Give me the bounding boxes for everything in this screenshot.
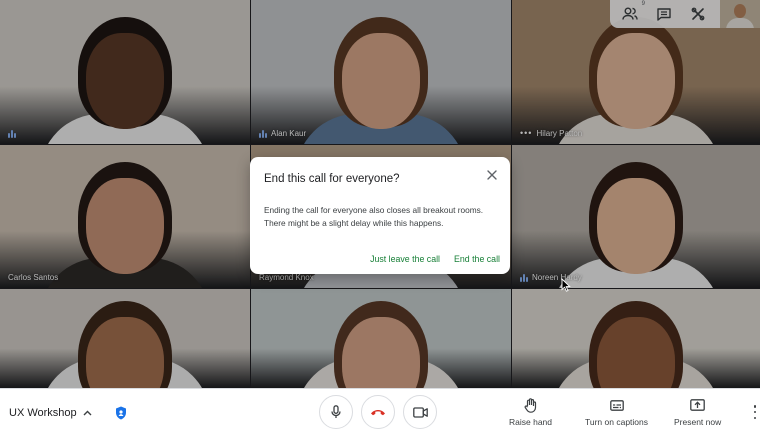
captions-label: Turn on captions — [585, 417, 648, 427]
close-icon — [487, 170, 497, 180]
just-leave-button[interactable]: Just leave the call — [370, 254, 440, 264]
bottom-control-bar: UX Workshop Raise hand Turn on captions … — [0, 388, 760, 433]
meeting-details-button[interactable]: UX Workshop — [9, 407, 92, 419]
microphone-icon — [331, 405, 341, 418]
microphone-button[interactable] — [319, 395, 353, 429]
hangup-icon — [371, 410, 385, 416]
raise-hand-label: Raise hand — [509, 417, 553, 427]
end-call-dialog: End this call for everyone? Ending the c… — [250, 157, 510, 274]
shield-icon[interactable] — [115, 406, 127, 420]
hand-icon — [524, 397, 537, 413]
dialog-title: End this call for everyone? — [264, 173, 400, 185]
present-icon — [690, 399, 705, 411]
mouse-cursor-icon — [561, 278, 571, 292]
more-options-button[interactable] — [752, 405, 758, 419]
call-controls — [319, 395, 437, 429]
hangup-button[interactable] — [361, 395, 395, 429]
dialog-body: Ending the call for everyone also closes… — [264, 205, 484, 228]
present-label: Present now — [674, 417, 722, 427]
close-button[interactable] — [484, 167, 500, 183]
present-button[interactable]: Present now — [674, 397, 721, 427]
captions-button[interactable]: Turn on captions — [585, 397, 648, 427]
dialog-actions: Just leave the call End the call — [370, 254, 500, 264]
raise-hand-button[interactable]: Raise hand — [509, 397, 552, 427]
end-call-button[interactable]: End the call — [454, 254, 500, 264]
camera-button[interactable] — [403, 395, 437, 429]
chevron-up-icon — [83, 410, 92, 416]
camera-icon — [412, 406, 428, 418]
meeting-name: UX Workshop — [9, 407, 77, 419]
captions-icon — [609, 399, 624, 411]
more-options-icon — [753, 405, 757, 408]
